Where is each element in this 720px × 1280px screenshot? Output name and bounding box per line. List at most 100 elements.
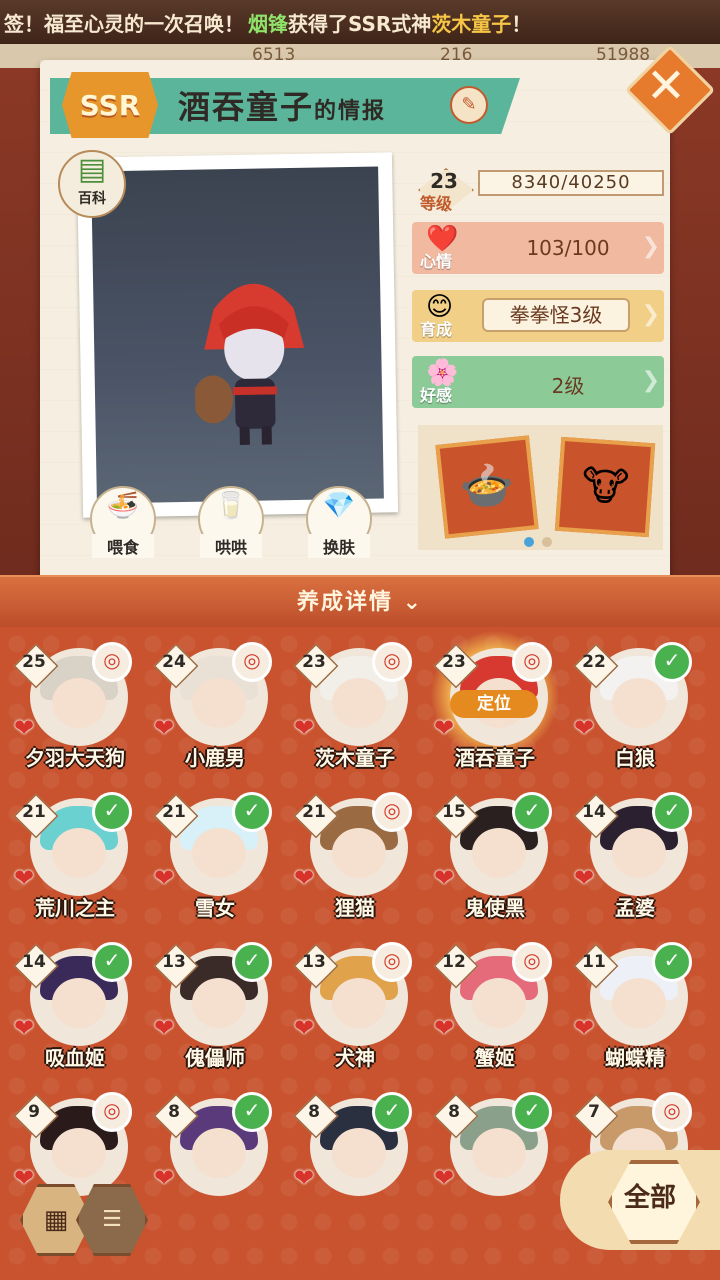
tile-name: 茨木童子 [315, 746, 395, 770]
heart-icon: ❤ [14, 864, 35, 892]
training-details-toggle[interactable]: 养成详情 ⌄ [0, 575, 720, 629]
shikigami-tile[interactable]: 21 ❤ ◎ 狸猫 [290, 790, 420, 940]
shikigami-tile[interactable]: 21 ❤ ✓ 荒川之主 [10, 790, 140, 940]
food-item-card[interactable]: 🍲 [435, 435, 539, 539]
tile-level: 7 [588, 1102, 600, 1122]
check-icon: ✓ [92, 792, 132, 832]
affection-row[interactable]: 🌸 好感 2级 ❯ [412, 356, 664, 408]
scene-background [91, 166, 384, 504]
heart-icon: ❤ [434, 864, 455, 892]
heart-icon: ❤ [14, 1014, 35, 1042]
gem-icon: 💎 [322, 491, 356, 521]
training-value: 拳拳怪3级 [482, 298, 630, 332]
filter-all-label[interactable]: 全部 [608, 1160, 692, 1236]
encyclopedia-label: 百科 [78, 191, 106, 207]
shikigami-tile[interactable]: 11 ❤ ✓ 蝴蝶精 [570, 940, 700, 1090]
tile-name: 犬神 [335, 1046, 375, 1070]
coax-label: 哄哄 [200, 534, 262, 558]
portrait-face [52, 978, 106, 1028]
portrait-face [192, 678, 246, 728]
shikigami-tile[interactable]: 23 ❤ ◎ 定位 酒吞童子 [430, 630, 560, 790]
shikigami-tile[interactable]: 25 ❤ ◎ 夕羽大天狗 [10, 640, 140, 790]
ssr-rarity-badge: SSR [62, 72, 158, 138]
level-label: 等级 [420, 194, 453, 213]
page-dot-active [524, 537, 534, 547]
locate-button[interactable]: 定位 [450, 690, 538, 718]
chevron-right-icon: ❯ [641, 368, 660, 393]
shikigami-tile[interactable]: 22 ❤ ✓ 白狼 [570, 640, 700, 790]
feed-button[interactable]: 🍜 喂食 [90, 486, 156, 558]
ticker-shikigami: 茨木童子 [431, 11, 512, 36]
status-mark-icon: ◎ [232, 642, 272, 682]
coax-button[interactable]: 🥛 哄哄 [198, 486, 264, 558]
tile-level: 13 [302, 952, 326, 972]
shikigami-tile[interactable]: 13 ❤ ✓ 傀儡师 [150, 940, 280, 1090]
ticker-pre: 签！福至心灵的一次召唤！ [4, 11, 244, 36]
shikigami-tile[interactable]: 8 ❤ ✓ [150, 1090, 280, 1240]
shikigami-tile[interactable]: 21 ❤ ✓ 雪女 [150, 790, 280, 940]
check-icon: ✓ [512, 1092, 552, 1132]
announcement-ticker: 签！福至心灵的一次召唤！ 烟锋 获得了SSR式神 茨木童子！ [0, 0, 720, 44]
list-icon: ☰ [102, 1207, 122, 1232]
shikigami-tile[interactable]: 12 ❤ ◎ 蟹姬 [430, 940, 560, 1090]
training-label: 育成 [420, 320, 453, 339]
tile-name: 蝴蝶精 [605, 1046, 665, 1070]
tile-name: 狸猫 [335, 896, 375, 920]
portrait-face [192, 1128, 246, 1178]
heart-icon: ❤ [154, 714, 175, 742]
tile-name: 酒吞童子 [455, 746, 535, 770]
portrait-face [612, 828, 666, 878]
shikigami-tile[interactable]: 24 ❤ ◎ 小鹿男 [150, 640, 280, 790]
status-mark-icon: ◎ [652, 1092, 692, 1132]
tile-name: 孟婆 [615, 896, 655, 920]
portrait-face [472, 978, 526, 1028]
shikigami-tile[interactable]: 13 ❤ ◎ 犬神 [290, 940, 420, 1090]
shikigami-tile[interactable]: 8 ❤ ✓ [430, 1090, 560, 1240]
heart-icon: ❤ [434, 1014, 455, 1042]
shikigami-tile[interactable]: 14 ❤ ✓ 吸血姬 [10, 940, 140, 1090]
status-mark-icon: ◎ [372, 792, 412, 832]
status-mark-icon: ◎ [372, 642, 412, 682]
experience-bar: 8340/40250 [478, 170, 664, 196]
check-icon: ✓ [372, 1092, 412, 1132]
detail-label: 养成详情 [296, 590, 393, 615]
portrait-face [612, 978, 666, 1028]
shikigami-photo [76, 152, 399, 518]
tile-level: 22 [582, 652, 606, 672]
heart-icon: ❤ [574, 864, 595, 892]
tile-name: 傀儡师 [185, 1046, 245, 1070]
status-mark-icon: ◎ [512, 642, 552, 682]
shikigami-tile[interactable]: 15 ❤ ✓ 鬼使黑 [430, 790, 560, 940]
portrait-face [52, 828, 106, 878]
page-indicator [520, 532, 556, 551]
shikigami-tile[interactable]: 23 ❤ ◎ 茨木童子 [290, 640, 420, 790]
heart-icon: ❤ [294, 714, 315, 742]
frame-item-card[interactable]: 🐮 [554, 436, 656, 538]
portrait-face [612, 678, 666, 728]
tile-name: 蟹姬 [475, 1046, 515, 1070]
encyclopedia-button[interactable]: ▤ 百科 [58, 150, 126, 218]
affection-label: 好感 [420, 386, 453, 405]
title-suffix: 的情报 [314, 99, 387, 124]
skin-button[interactable]: 💎 换肤 [306, 486, 372, 558]
portrait-face [472, 828, 526, 878]
status-mark-icon: ◎ [512, 942, 552, 982]
tile-name: 鬼使黑 [465, 896, 525, 920]
heart-icon: ❤ [154, 1014, 175, 1042]
portrait-face [332, 678, 386, 728]
training-row[interactable]: 😊 育成 拳拳怪3级 ❯ [412, 290, 664, 342]
edit-name-button[interactable]: ✎ [450, 86, 488, 124]
tile-level: 14 [22, 952, 46, 972]
close-icon[interactable]: ✕ [630, 50, 702, 122]
check-icon: ✓ [92, 942, 132, 982]
portrait-face [192, 828, 246, 878]
tile-name: 小鹿男 [185, 746, 245, 770]
tile-level: 8 [308, 1102, 320, 1122]
shikigami-tile[interactable]: 14 ❤ ✓ 孟婆 [570, 790, 700, 940]
check-icon: ✓ [512, 792, 552, 832]
portrait-face [332, 978, 386, 1028]
mood-row[interactable]: ❤️ 心情 103/100 ❯ [412, 222, 664, 274]
book-icon: ▤ [77, 152, 107, 187]
shikigami-tile[interactable]: 8 ❤ ✓ [290, 1090, 420, 1240]
tile-level: 25 [22, 652, 46, 672]
